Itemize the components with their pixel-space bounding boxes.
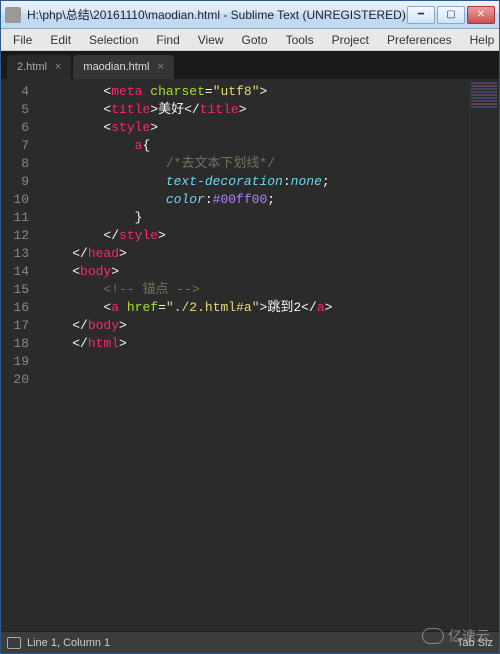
gutter: 4567891011121314151617181920 (1, 79, 37, 631)
tab-maodian[interactable]: maodian.html × (73, 55, 173, 79)
app-icon (5, 7, 21, 23)
menu-view[interactable]: View (190, 31, 232, 49)
tabbar: 2.html × maodian.html × (1, 51, 499, 79)
menu-find[interactable]: Find (148, 31, 187, 49)
menu-project[interactable]: Project (324, 31, 377, 49)
menubar: File Edit Selection Find View Goto Tools… (1, 29, 499, 51)
menu-file[interactable]: File (5, 31, 40, 49)
close-icon[interactable]: × (55, 61, 61, 73)
maximize-button[interactable]: ▢ (437, 6, 465, 24)
tab-2html[interactable]: 2.html × (7, 55, 71, 79)
panel-icon[interactable] (7, 637, 21, 649)
menu-preferences[interactable]: Preferences (379, 31, 460, 49)
menu-tools[interactable]: Tools (278, 31, 322, 49)
tab-label: 2.html (17, 61, 47, 73)
window-title: H:\php\总结\20161110\maodian.html - Sublim… (27, 6, 407, 23)
tab-size[interactable]: Tab Siz (457, 637, 493, 649)
cursor-position: Line 1, Column 1 (27, 637, 110, 649)
close-icon[interactable]: × (157, 61, 163, 73)
menu-help[interactable]: Help (462, 31, 500, 49)
minimap[interactable] (469, 79, 499, 631)
code-area[interactable]: <meta charset="utf8"> <title>美好</title> … (37, 79, 469, 631)
menu-goto[interactable]: Goto (234, 31, 276, 49)
app-window: H:\php\总结\20161110\maodian.html - Sublim… (0, 0, 500, 654)
minimap-thumb (471, 81, 497, 121)
titlebar[interactable]: H:\php\总结\20161110\maodian.html - Sublim… (1, 1, 499, 29)
tab-label: maodian.html (83, 61, 149, 73)
window-controls: ━ ▢ ✕ (407, 6, 495, 24)
editor[interactable]: 4567891011121314151617181920 <meta chars… (1, 79, 499, 631)
menu-edit[interactable]: Edit (42, 31, 79, 49)
close-button[interactable]: ✕ (467, 6, 495, 24)
statusbar: Line 1, Column 1 Tab Siz (1, 631, 499, 653)
minimize-button[interactable]: ━ (407, 6, 435, 24)
menu-selection[interactable]: Selection (81, 31, 146, 49)
